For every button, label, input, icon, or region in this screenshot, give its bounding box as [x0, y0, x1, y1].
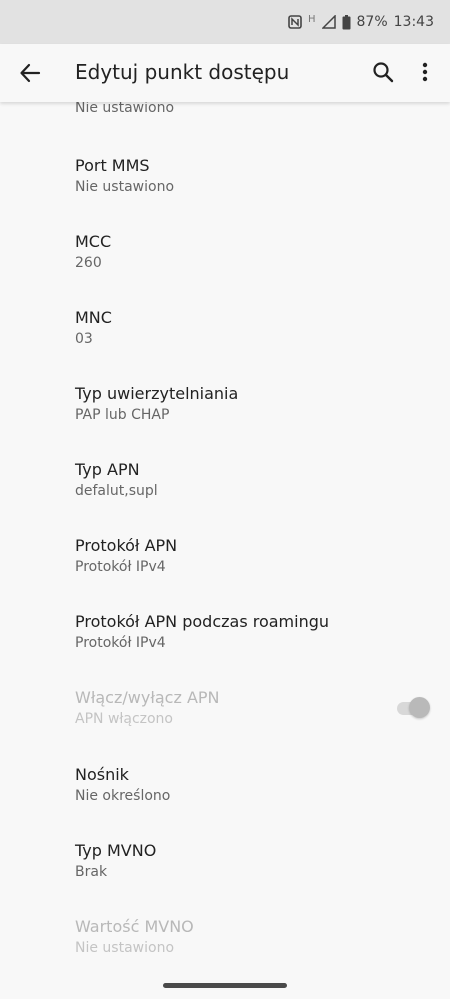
item-title: Typ MVNO	[75, 841, 157, 860]
list-item-apn-type[interactable]: Typ APN defalut,supl	[75, 459, 395, 501]
item-title: MCC	[75, 232, 112, 251]
item-title: Nośnik	[75, 765, 129, 784]
battery-icon	[342, 14, 351, 30]
list-item-mvno-type[interactable]: Typ MVNO Brak	[75, 840, 395, 882]
network-type-label: H	[307, 13, 316, 25]
item-summary: Protokół IPv4	[75, 559, 166, 575]
item-title: Protokół APN	[75, 536, 178, 555]
list-item-apn-protocol[interactable]: Protokół APN Protokół IPv4	[75, 535, 395, 577]
item-summary: Brak	[75, 864, 108, 880]
nfc-icon	[288, 15, 302, 29]
item-summary: Nie określono	[75, 788, 171, 804]
search-icon	[373, 62, 394, 83]
item-summary: Nie ustawiono	[75, 940, 175, 956]
clock: 13:43	[393, 14, 434, 30]
item-summary: Nie ustawiono	[75, 102, 175, 116]
apn-enable-toggle	[395, 696, 431, 720]
list-item-partial[interactable]: Nie ustawiono	[75, 102, 395, 118]
list-item-mvno-value: Wartość MVNO Nie ustawiono	[75, 916, 395, 958]
item-title: MNC	[75, 308, 112, 327]
toggle-thumb	[409, 697, 430, 718]
item-title: Typ uwierzytelniania	[75, 384, 239, 403]
item-summary: Nie ustawiono	[75, 179, 175, 195]
app-bar: Edytuj punkt dostępu	[0, 44, 450, 102]
page-title: Edytuj punkt dostępu	[75, 60, 290, 84]
item-summary: defalut,supl	[75, 483, 158, 499]
list-item-apn-roaming-protocol[interactable]: Protokół APN podczas roamingu Protokół I…	[75, 611, 395, 653]
preference-list[interactable]: Nie ustawiono Port MMS Nie ustawiono MCC…	[0, 102, 450, 982]
search-button[interactable]	[371, 60, 395, 84]
list-item-bearer[interactable]: Nośnik Nie określono	[75, 764, 395, 806]
item-summary: APN włączono	[75, 711, 173, 727]
list-item-mnc[interactable]: MNC 03	[75, 307, 395, 349]
home-gesture-bar[interactable]	[163, 983, 287, 988]
arrow-back-icon	[20, 63, 41, 83]
item-summary: 260	[75, 255, 102, 271]
item-summary: PAP lub CHAP	[75, 407, 170, 423]
item-title: Włącz/wyłącz APN	[75, 688, 220, 707]
item-title: Wartość MVNO	[75, 917, 194, 936]
list-item-mcc[interactable]: MCC 260	[75, 231, 395, 273]
item-summary: Protokół IPv4	[75, 635, 166, 651]
signal-icon	[321, 15, 336, 29]
item-title: Typ APN	[75, 460, 140, 479]
item-summary: 03	[75, 331, 93, 347]
more-vert-icon	[422, 62, 428, 82]
list-item-auth-type[interactable]: Typ uwierzytelniania PAP lub CHAP	[75, 383, 395, 425]
list-item-mms-port[interactable]: Port MMS Nie ustawiono	[75, 155, 395, 197]
status-icons: H 87% 13:43	[288, 0, 434, 44]
item-title: Port MMS	[75, 156, 150, 175]
item-title: Protokół APN podczas roamingu	[75, 612, 330, 631]
back-button[interactable]	[16, 59, 44, 87]
battery-percent: 87%	[356, 14, 388, 30]
more-options-button[interactable]	[413, 60, 437, 84]
list-item-apn-enable: Włącz/wyłącz APN APN włączono	[75, 687, 395, 729]
status-bar: H 87% 13:43	[0, 0, 450, 44]
